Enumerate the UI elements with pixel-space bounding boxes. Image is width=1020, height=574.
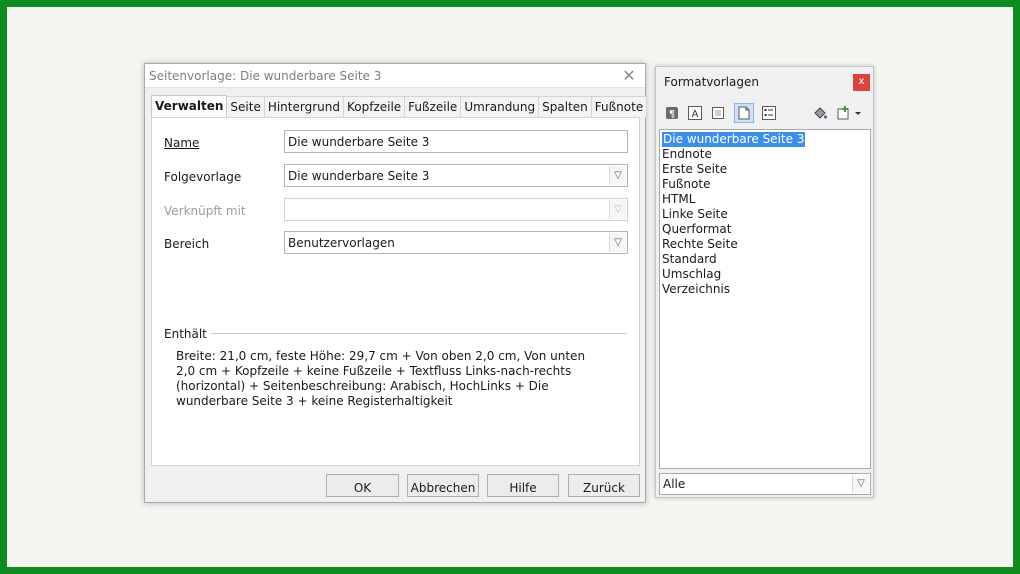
svg-text:A: A <box>692 109 699 120</box>
chevron-down-icon[interactable]: ▽ <box>852 475 869 493</box>
ok-button[interactable]: OK <box>326 474 399 497</box>
dialog-title: Seitenvorlage: Die wunderbare Seite 3 <box>149 69 382 83</box>
list-item[interactable]: Querformat <box>662 222 868 237</box>
tab-umrandung[interactable]: Umrandung <box>460 96 540 117</box>
page-style-dialog: Seitenvorlage: Die wunderbare Seite 3 ✕ … <box>144 63 648 503</box>
category-dropdown[interactable]: Benutzervorlagen ▽ <box>284 231 628 254</box>
next-style-dropdown[interactable]: Die wunderbare Seite 3 ▽ <box>284 164 628 187</box>
styles-panel: Formatvorlagen x ¶ A Die wunderbare Seit… <box>655 66 874 498</box>
contains-description: Breite: 21,0 cm, feste Höhe: 29,7 cm + V… <box>176 349 586 408</box>
list-item[interactable]: Endnote <box>662 147 868 162</box>
styles-panel-title: Formatvorlagen <box>664 75 759 89</box>
tab-bar: Verwalten Seite Hintergrund Kopfzeile Fu… <box>151 95 648 117</box>
dialog-titlebar: Seitenvorlage: Die wunderbare Seite 3 ✕ <box>145 64 645 88</box>
tab-seite[interactable]: Seite <box>226 96 265 117</box>
linked-with-dropdown: ▽ <box>284 198 628 221</box>
chevron-down-icon[interactable]: ▽ <box>609 166 626 185</box>
frame-styles-icon[interactable] <box>708 103 728 123</box>
list-item[interactable]: Erste Seite <box>662 162 868 177</box>
category-value: Benutzervorlagen <box>288 236 395 250</box>
fill-format-icon[interactable] <box>810 103 830 123</box>
contains-label: Enthält <box>164 327 211 341</box>
list-item[interactable]: HTML <box>662 192 868 207</box>
new-style-icon[interactable] <box>834 103 864 123</box>
tab-spalten[interactable]: Spalten <box>538 96 592 117</box>
tab-kopfzeile[interactable]: Kopfzeile <box>342 96 406 117</box>
name-label: Name <box>164 136 199 150</box>
next-style-label: Folgevorlage <box>164 170 242 184</box>
list-item-selected[interactable]: Die wunderbare Seite 3 <box>662 132 806 147</box>
style-filter-value: Alle <box>663 477 686 491</box>
chevron-down-icon[interactable]: ▽ <box>609 233 626 252</box>
help-button[interactable]: Hilfe <box>487 474 559 497</box>
list-item[interactable]: Verzeichnis <box>662 282 868 297</box>
contains-separator <box>164 333 627 334</box>
style-list[interactable]: Die wunderbare Seite 3 Endnote Erste Sei… <box>659 129 871 469</box>
list-item[interactable]: Die wunderbare Seite 3 <box>662 132 868 147</box>
close-icon[interactable]: x <box>853 74 870 91</box>
list-item[interactable]: Umschlag <box>662 267 868 282</box>
linked-with-label: Verknüpft mit <box>164 204 246 218</box>
reset-button[interactable]: Zurück <box>568 474 640 497</box>
list-item[interactable]: Fußnote <box>662 177 868 192</box>
next-style-value: Die wunderbare Seite 3 <box>288 169 430 183</box>
chevron-down-icon: ▽ <box>609 200 626 219</box>
tab-verwalten[interactable]: Verwalten <box>151 95 228 117</box>
svg-text:¶: ¶ <box>669 109 675 120</box>
list-item[interactable]: Rechte Seite <box>662 237 868 252</box>
tab-hintergrund[interactable]: Hintergrund <box>263 96 344 117</box>
style-filter-dropdown[interactable]: Alle ▽ <box>659 473 871 495</box>
list-item[interactable]: Standard <box>662 252 868 267</box>
list-styles-icon[interactable] <box>759 103 779 123</box>
organizer-panel: Name Die wunderbare Seite 3 Folgevorlage… <box>151 117 640 466</box>
page-styles-icon[interactable] <box>734 103 754 123</box>
close-icon[interactable]: ✕ <box>621 66 637 85</box>
tab-fusszeile[interactable]: Fußzeile <box>404 96 462 117</box>
character-styles-icon[interactable]: A <box>685 103 705 123</box>
name-label-text: Name <box>164 136 200 150</box>
name-field[interactable]: Die wunderbare Seite 3 <box>284 130 628 153</box>
tab-fussnote[interactable]: Fußnote <box>590 96 648 117</box>
category-label: Bereich <box>164 237 210 251</box>
cancel-button[interactable]: Abbrechen <box>407 474 479 497</box>
list-item[interactable]: Linke Seite <box>662 207 868 222</box>
paragraph-styles-icon[interactable]: ¶ <box>662 103 682 123</box>
